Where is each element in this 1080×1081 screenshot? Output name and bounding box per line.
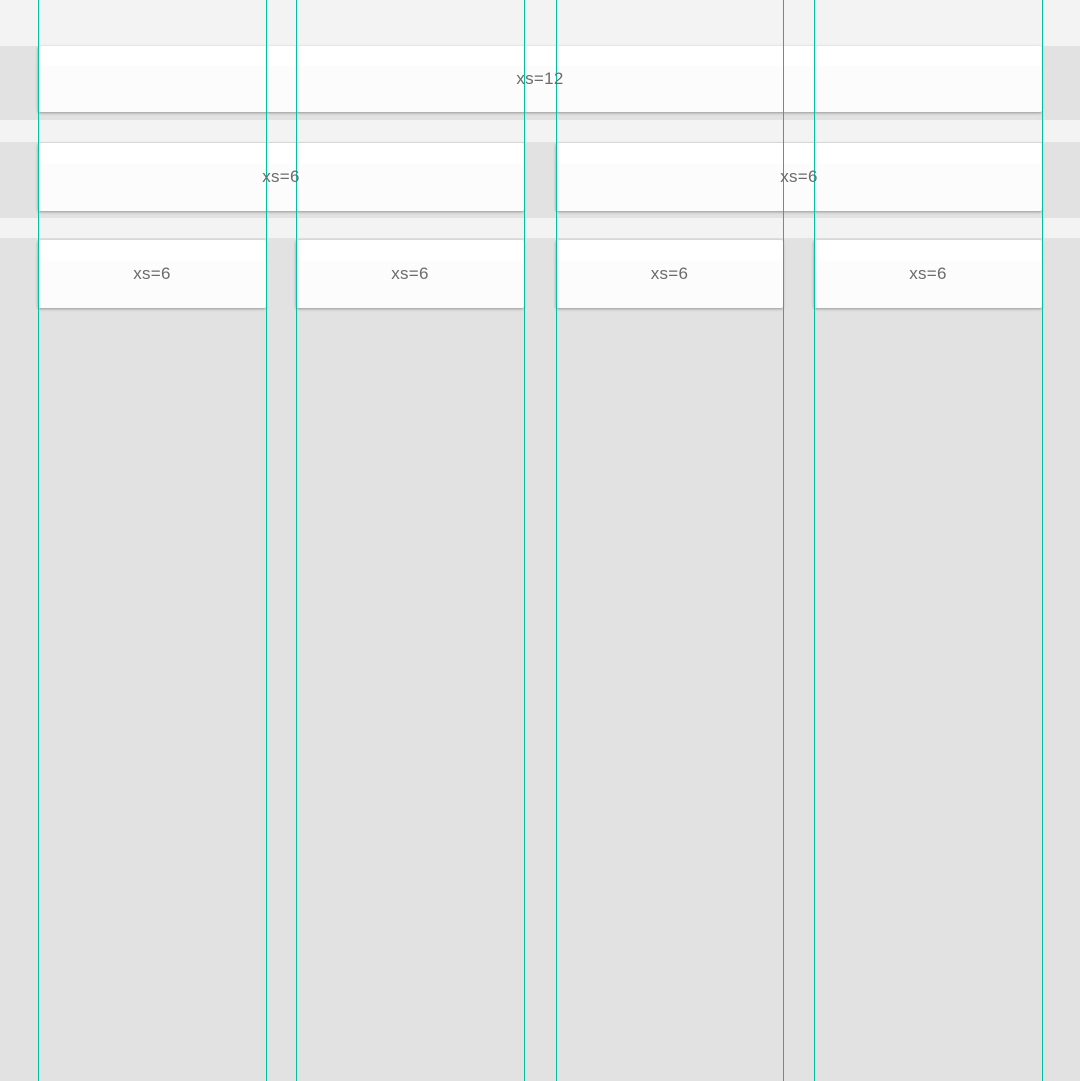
grid-cell-xs6: xs=6 <box>556 240 783 308</box>
guide-line <box>1042 0 1043 1081</box>
grid-cell-label: xs=6 <box>909 264 947 284</box>
grid-cell-xs6: xs=6 <box>38 240 266 308</box>
grid-cell-xs6: xs=6 <box>556 143 1042 211</box>
grid-cell-xs6: xs=6 <box>38 143 524 211</box>
grid-cell-label: xs=12 <box>516 69 563 89</box>
grid-cell-xs6: xs=6 <box>814 240 1042 308</box>
grid-cell-xs6: xs=6 <box>296 240 524 308</box>
grid-cell-label: xs=6 <box>133 264 171 284</box>
grid-cell-label: xs=6 <box>780 167 818 187</box>
row-bg-1 <box>0 120 1080 142</box>
grid-cell-label: xs=6 <box>391 264 429 284</box>
grid-cell-xs12: xs=12 <box>38 46 1042 112</box>
grid-cell-label: xs=6 <box>651 264 689 284</box>
grid-demo: xs=12 xs=6 xs=6 xs=6 xs=6 xs=6 xs=6 <box>0 0 1080 1081</box>
grid-cell-label: xs=6 <box>262 167 300 187</box>
guide-line <box>524 0 525 1081</box>
row-bg-top <box>0 0 1080 46</box>
row-bg-2 <box>0 218 1080 238</box>
